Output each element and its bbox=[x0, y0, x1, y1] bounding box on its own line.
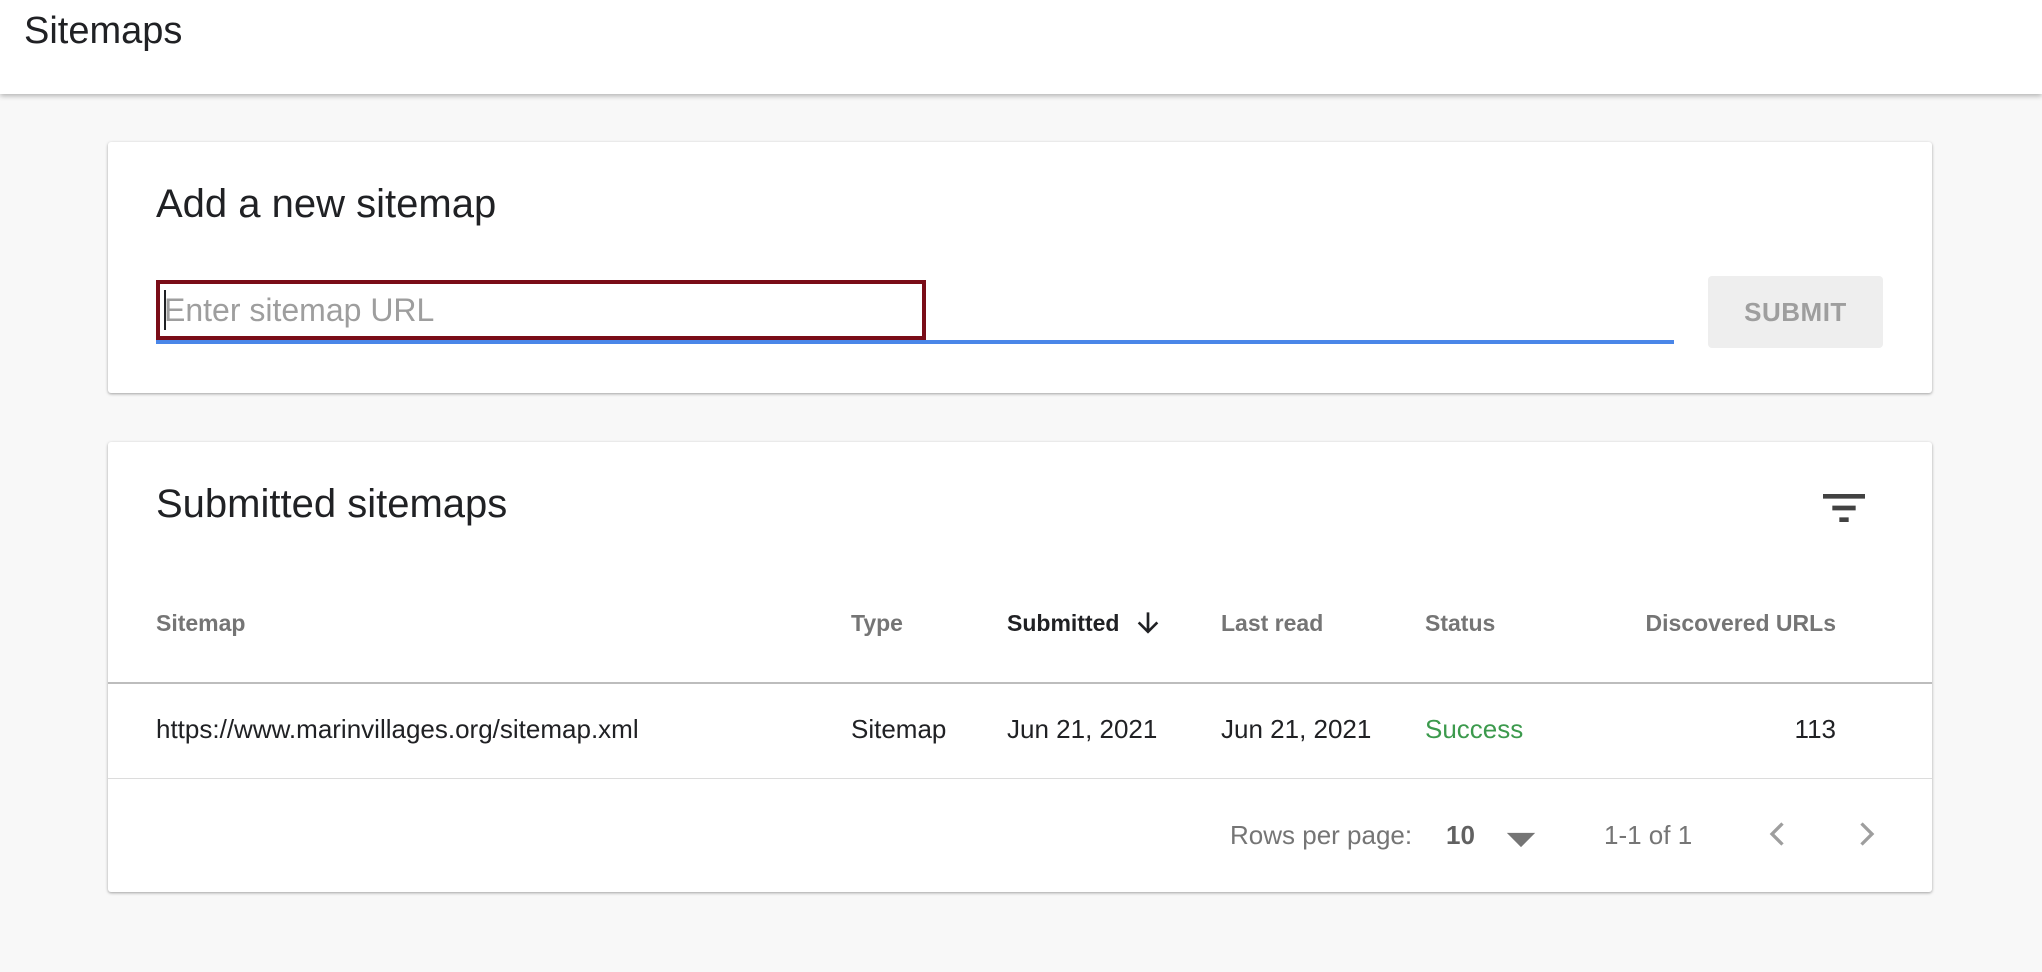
sitemap-url-field bbox=[156, 280, 1674, 344]
submit-button[interactable]: SUBMIT bbox=[1708, 276, 1883, 348]
column-header-last-read[interactable]: Last read bbox=[1221, 610, 1323, 637]
row-divider bbox=[108, 778, 1932, 779]
page-title: Sitemaps bbox=[24, 10, 183, 52]
column-header-type[interactable]: Type bbox=[851, 610, 903, 637]
rows-per-page-label: Rows per page: bbox=[1230, 820, 1413, 850]
top-app-bar: Sitemaps bbox=[0, 0, 2042, 94]
submitted-sitemaps-card: Submitted sitemaps Sitemap Type Submitte… bbox=[108, 442, 1932, 892]
cell-status: Success bbox=[1425, 714, 1524, 744]
caret-down-icon[interactable] bbox=[1504, 830, 1538, 850]
cell-submitted: Jun 21, 2021 bbox=[1007, 714, 1158, 744]
sitemap-url-input[interactable] bbox=[156, 280, 926, 340]
filter-icon[interactable] bbox=[1816, 480, 1872, 536]
chevron-left-icon[interactable] bbox=[1758, 814, 1798, 854]
cell-sitemap[interactable]: https://www.marinvillages.org/sitemap.xm… bbox=[156, 714, 639, 745]
add-sitemap-title: Add a new sitemap bbox=[156, 182, 497, 226]
submitted-sitemaps-title: Submitted sitemaps bbox=[156, 482, 508, 526]
column-header-submitted[interactable]: Submitted bbox=[1007, 610, 1119, 637]
column-header-sitemap[interactable]: Sitemap bbox=[156, 610, 245, 637]
input-underline bbox=[156, 340, 1674, 344]
add-sitemap-card: Add a new sitemap SUBMIT bbox=[108, 142, 1932, 393]
rows-per-page-select[interactable]: 10 bbox=[1446, 820, 1475, 851]
chevron-right-icon[interactable] bbox=[1846, 814, 1886, 854]
cell-last-read: Jun 21, 2021 bbox=[1221, 714, 1372, 744]
cell-discovered-urls: 113 bbox=[1794, 714, 1836, 744]
header-divider bbox=[108, 682, 1932, 684]
pagination-range: 1-1 of 1 bbox=[1604, 820, 1693, 850]
arrow-down-icon[interactable] bbox=[1132, 607, 1164, 639]
column-header-discovered-urls[interactable]: Discovered URLs bbox=[1646, 610, 1836, 637]
column-header-status[interactable]: Status bbox=[1425, 610, 1495, 637]
cell-type: Sitemap bbox=[851, 714, 947, 744]
text-cursor bbox=[164, 290, 166, 330]
